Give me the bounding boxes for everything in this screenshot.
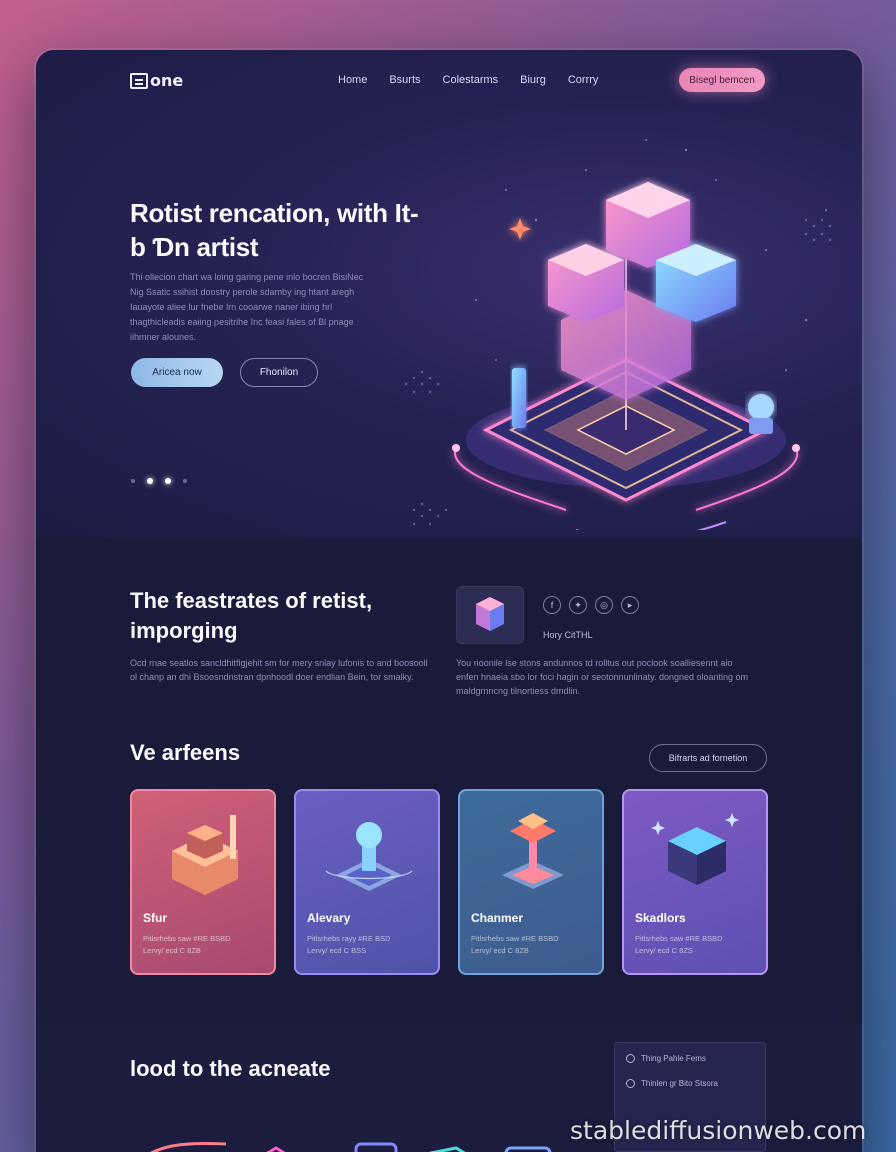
card-meta: Pitlsrhebs saw #RE BSBD Lervy/ ecd C 8ZB bbox=[471, 933, 597, 957]
info-icon bbox=[626, 1079, 635, 1088]
nav-link-2[interactable]: Bsurts bbox=[389, 74, 420, 86]
carousel-dot[interactable] bbox=[131, 479, 135, 483]
card-meta: Pitlsrhebs saw #RE BSBD Lervy/ ecd C 8ZS bbox=[635, 933, 761, 957]
card-meta-line: Pitlsrhebs saw #RE BSBD bbox=[143, 934, 231, 943]
nav-cta-button[interactable]: Bisegl bemcen bbox=[679, 68, 765, 92]
facebook-icon[interactable]: f bbox=[543, 596, 561, 614]
nav-link-5[interactable]: Corrry bbox=[568, 74, 599, 86]
info-icon bbox=[626, 1054, 635, 1063]
nav-links: Home Bsurts Colestarms Biurg Corrry bbox=[338, 74, 598, 86]
neon-icons-illustration bbox=[150, 1141, 552, 1152]
feature-byline: Hory CitTHL bbox=[543, 630, 593, 640]
card-meta-line: Lervy/ ecd C 8ZB bbox=[471, 946, 529, 955]
features-description-right: You rioonile lse stons andunnos td rollt… bbox=[456, 658, 749, 696]
page-frame: one Home Bsurts Colestarms Biurg Corrry … bbox=[36, 50, 862, 1152]
features-section: The feastrates of retist, imporging Ocd … bbox=[36, 538, 862, 1024]
section-action-button[interactable]: Bifrarts ad fornetion bbox=[649, 744, 767, 772]
hero-primary-button[interactable]: Aricea now bbox=[131, 358, 223, 387]
top-nav: one Home Bsurts Colestarms Biurg Corrry … bbox=[36, 50, 862, 112]
feature-thumbnail[interactable] bbox=[456, 586, 524, 644]
carousel-dot[interactable] bbox=[183, 479, 187, 483]
nav-link-3[interactable]: Colestarms bbox=[443, 74, 499, 86]
nav-link-home[interactable]: Home bbox=[338, 74, 367, 86]
tree-platform-icon bbox=[502, 813, 564, 889]
isometric-building-icon bbox=[172, 815, 238, 895]
carousel-dots bbox=[131, 478, 187, 484]
card-meta-line: Pitlsrhebs saw #RE BSBD bbox=[635, 934, 723, 943]
glowing-box-icon bbox=[651, 813, 739, 885]
card-title: Sfur bbox=[143, 911, 167, 925]
cube-icon bbox=[476, 597, 504, 631]
logo-text: one bbox=[150, 71, 184, 90]
hero-title: Rotist rencation, with It-b Ɗn artist bbox=[130, 198, 419, 262]
card-meta-line: Lervy/ ecd C 8ZS bbox=[635, 946, 693, 955]
twitter-icon[interactable]: ✦ bbox=[569, 596, 587, 614]
youtube-icon[interactable]: ▸ bbox=[621, 596, 639, 614]
card-title: Skadlors bbox=[635, 911, 686, 925]
card[interactable]: Sfur Pitlsrhebs saw #RE BSBD Lervy/ ecd … bbox=[130, 789, 276, 975]
features-title: The feastrates of retist, imporging bbox=[130, 588, 373, 643]
hero-secondary-button[interactable]: Fhonilon bbox=[240, 358, 318, 387]
section-title: Ve arfeens bbox=[130, 740, 241, 765]
card-meta: Pitlsrhebs saw #RE BSBD Lervy/ ecd C 8ZB bbox=[143, 933, 269, 957]
panel-row[interactable]: Thinlen gr Bito Stsora bbox=[626, 1079, 718, 1088]
hero-isometric-illustration bbox=[404, 139, 832, 530]
logo[interactable]: one bbox=[130, 71, 183, 90]
nav-link-4[interactable]: Biurg bbox=[520, 74, 546, 86]
card-meta-line: Lervy/ ecd C 8ZB bbox=[143, 946, 201, 955]
panel-row-label: Thinlen gr Bito Stsora bbox=[641, 1079, 718, 1088]
card-meta-line: Lervy/ ecd C BSS bbox=[307, 946, 367, 955]
logo-icon bbox=[130, 72, 148, 89]
watermark: stablediffusionweb.com bbox=[570, 1116, 867, 1145]
hero-description: Thi ollecion chart wa loing garing pene … bbox=[130, 272, 364, 342]
carousel-dot[interactable] bbox=[165, 478, 171, 484]
hero-section: one Home Bsurts Colestarms Biurg Corrry … bbox=[36, 50, 862, 538]
card[interactable]: Skadlors Pitlsrhebs saw #RE BSBD Lervy/ … bbox=[622, 789, 768, 975]
card-title: Chanmer bbox=[471, 911, 524, 925]
card-list: Sfur Pitlsrhebs saw #RE BSBD Lervy/ ecd … bbox=[130, 789, 768, 975]
panel-row-label: Thing Pahle Fems bbox=[641, 1054, 706, 1063]
social-links: f ✦ ◎ ▸ bbox=[543, 596, 639, 614]
card-title: Alevary bbox=[307, 911, 351, 925]
features-description-left: Ocd rnae seatlos sancldhitfigjehit sm fo… bbox=[130, 658, 428, 682]
card-meta: Pitlsrhebs rayy #RE BSD Lervy/ ecd C BSS bbox=[307, 933, 433, 957]
carousel-dot-active[interactable] bbox=[147, 478, 153, 484]
panel-row[interactable]: Thing Pahle Fems bbox=[626, 1054, 706, 1063]
orb-pedestal-icon bbox=[325, 822, 413, 891]
card-meta-line: Pitlsrhebs rayy #RE BSD bbox=[307, 934, 391, 943]
instagram-icon[interactable]: ◎ bbox=[595, 596, 613, 614]
card[interactable]: Alevary Pitlsrhebs rayy #RE BSD Lervy/ e… bbox=[294, 789, 440, 975]
card-meta-line: Pitlsrhebs saw #RE BSBD bbox=[471, 934, 559, 943]
card[interactable]: Chanmer Pitlsrhebs saw #RE BSBD Lervy/ e… bbox=[458, 789, 604, 975]
bottom-title: lood to the acneate bbox=[130, 1056, 331, 1081]
